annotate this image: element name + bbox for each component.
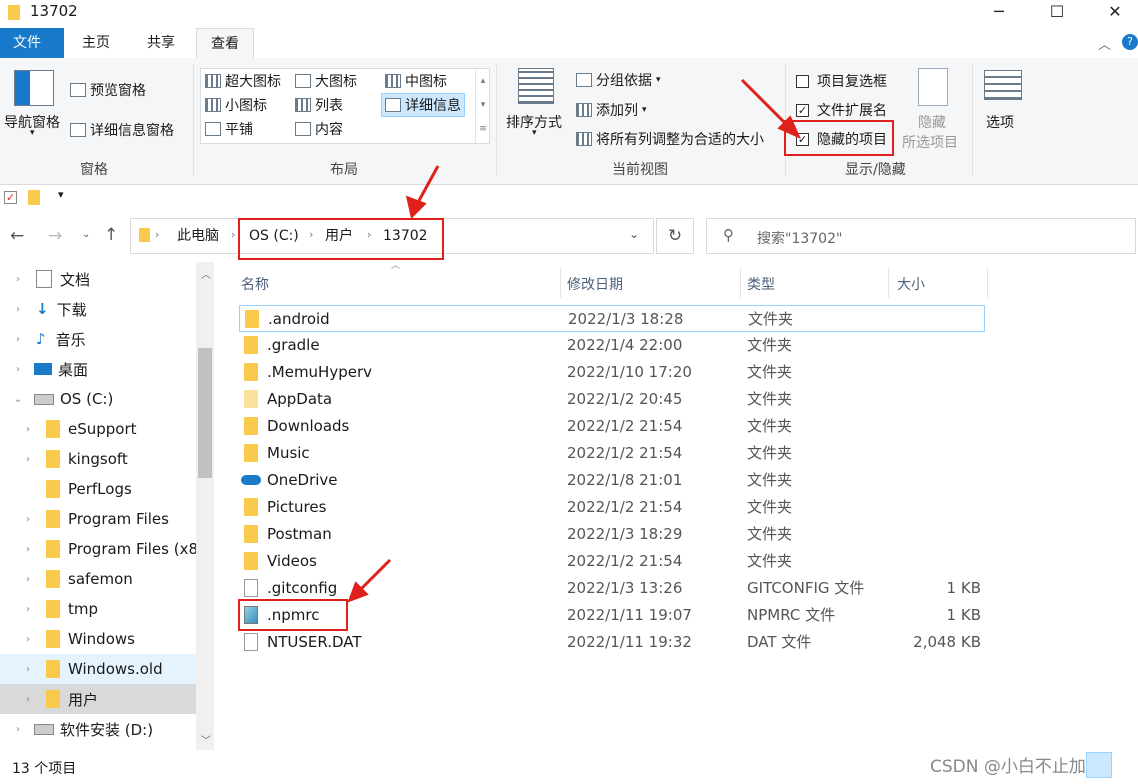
annotation-arrow bbox=[356, 558, 392, 594]
annotation-arrowhead bbox=[405, 195, 427, 219]
annotation-arrows bbox=[347, 78, 801, 603]
watermark: CSDN @小白不止加油 bbox=[930, 757, 1103, 777]
status-bar: 13 个项目 CSDN @小白不止加油 bbox=[0, 752, 1138, 784]
item-count: 13 个项目 bbox=[12, 761, 77, 777]
details-view-button[interactable] bbox=[1086, 752, 1112, 778]
annotation-arrow bbox=[740, 78, 792, 130]
annotation-arrow bbox=[414, 165, 440, 207]
